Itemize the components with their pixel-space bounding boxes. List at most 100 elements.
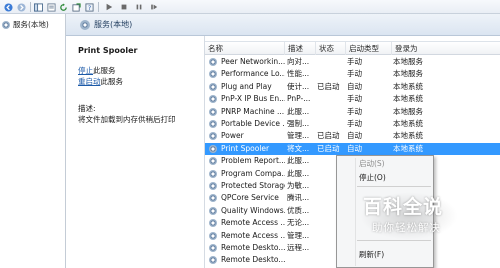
cell-startup-type: 手动 [347, 57, 362, 66]
pause-icon[interactable] [133, 2, 144, 12]
cell-description: 为敏... [287, 181, 310, 190]
cell-startup-type: 自动 [347, 131, 362, 141]
cell-startup-type: 自动 [347, 143, 362, 153]
stop-icon[interactable] [118, 2, 129, 12]
main-header: 服务(本地) [66, 14, 500, 36]
stop-service-link[interactable]: 停止 [78, 66, 93, 75]
watermark: 百科全说 助你轻松解决 [360, 192, 460, 248]
description-label: 描述: [78, 104, 96, 113]
tree-item-label: 服务(本地) [13, 20, 49, 29]
service-gear-icon [209, 132, 217, 141]
stop-suffix: 此服务 [93, 66, 116, 75]
context-menu-separator [357, 186, 431, 187]
table-row[interactable]: Power 管理... 已启动 自动 本地系统 [205, 130, 500, 142]
cell-name: Plug and Play [221, 81, 272, 91]
console-tree-icon[interactable] [33, 2, 44, 12]
watermark-sub-text: 助你轻松解决 [372, 222, 441, 234]
cell-name: QPCore Service [221, 193, 279, 203]
cell-description: 管理... [287, 230, 310, 240]
cell-startup-type: 手动 [347, 94, 362, 104]
stop-action-line: 停止此服务 [78, 65, 204, 76]
cell-name: Problem Report... [221, 156, 285, 166]
table-row[interactable]: Plug and Play 使计... 已启动 自动 本地系统 [205, 81, 500, 93]
cell-description: 无论... [287, 218, 310, 228]
column-header-logon-as[interactable]: 登录为 [392, 42, 500, 55]
cell-description: 远程... [287, 243, 310, 252]
cell-description: 使计... [287, 81, 310, 91]
cell-name: PnP-X IP Bus En... [221, 94, 285, 104]
cell-name: Remote Deskto... [221, 243, 285, 252]
help-icon[interactable]: ? [84, 2, 95, 12]
cell-logon-as: 本地服务 [393, 57, 423, 66]
service-gear-icon [209, 70, 217, 79]
table-row[interactable]: PNRP Machine ... 此服... 手动 本地服务 [205, 106, 500, 118]
service-gear-icon [209, 58, 217, 66]
cell-description: 此服... [287, 106, 310, 116]
cell-description: 向对... [287, 57, 310, 66]
service-gear-icon [209, 206, 217, 215]
table-row[interactable]: Portable Device ... 强制... 手动 本地系统 [205, 118, 500, 130]
column-header-name[interactable]: 名称 [205, 42, 285, 55]
service-gear-icon [209, 120, 217, 128]
toolbar-separator [98, 2, 99, 12]
table-row[interactable]: PnP-X IP Bus En... PnP-... 手动 本地系统 [205, 93, 500, 105]
column-header-description[interactable]: 描述 [285, 42, 316, 55]
service-gear-icon [209, 169, 217, 178]
restart-service-link[interactable]: 重启动 [78, 77, 101, 86]
service-gear-icon [209, 244, 217, 252]
service-gear-icon [209, 194, 217, 203]
cell-name: Performance Lo... [221, 69, 285, 79]
restart-icon[interactable] [148, 2, 159, 12]
properties-icon[interactable] [46, 2, 57, 12]
watermark-main-text: 百科全说 [363, 196, 444, 218]
export-icon[interactable] [71, 2, 82, 12]
table-row[interactable]: Peer Networkin... 向对... 手动 本地服务 [205, 56, 500, 68]
services-gear-icon [80, 19, 90, 30]
table-row[interactable]: Print Spooler 将文... 已启动 自动 本地系统 [205, 142, 500, 155]
cell-name: Program Compa... [221, 168, 285, 178]
toolbar-separator [30, 2, 31, 12]
context-menu-start[interactable]: 启动(S) [359, 158, 385, 169]
restart-action-line: 重启动此服务 [78, 76, 204, 87]
page-title: 服务(本地) [94, 20, 133, 29]
cell-description: 腾讯... [287, 193, 310, 203]
cell-status: 已启动 [317, 131, 340, 141]
services-gear-icon [2, 20, 10, 29]
refresh-icon[interactable] [58, 2, 69, 12]
svg-text:?: ? [88, 5, 91, 12]
cell-description: 优质... [287, 205, 310, 215]
console-tree: 服务(本地) [0, 14, 66, 268]
context-menu-refresh[interactable]: 刷新(F) [359, 249, 384, 260]
forward-icon[interactable] [16, 2, 27, 12]
cell-description: 强制... [287, 119, 310, 128]
table-row[interactable]: Performance Lo... 性能... 手动 本地服务 [205, 68, 500, 80]
service-gear-icon [209, 144, 217, 153]
cell-name: Remote Access ... [221, 218, 285, 228]
cell-description: 性能... [287, 69, 310, 79]
cell-startup-type: 自动 [347, 81, 362, 91]
cell-name: Protected Storage [221, 181, 285, 190]
cell-logon-as: 本地服务 [393, 106, 423, 116]
cell-description: 此服... [287, 168, 310, 178]
service-gear-icon [209, 256, 217, 265]
context-menu-stop[interactable]: 停止(O) [359, 172, 386, 183]
service-gear-icon [209, 231, 217, 240]
service-gear-icon [209, 157, 217, 166]
description-text: 将文件加载到内存供稍后打印 [78, 115, 176, 124]
service-gear-icon [209, 219, 217, 228]
tree-item-services-local[interactable]: 服务(本地) [2, 19, 49, 30]
service-name: Print Spooler [78, 46, 138, 55]
column-header-startup-type[interactable]: 启动类型 [346, 42, 392, 55]
context-menu-gutter [355, 158, 356, 266]
column-header-status[interactable]: 状态 [316, 42, 346, 55]
cell-startup-type: 手动 [347, 106, 362, 116]
cell-logon-as: 本地服务 [393, 69, 423, 79]
cell-name: Remote Deskto... [221, 255, 285, 265]
back-icon[interactable] [3, 2, 14, 12]
cell-startup-type: 手动 [347, 119, 362, 128]
service-gear-icon [209, 95, 217, 104]
play-icon[interactable] [103, 2, 114, 12]
cell-description: 管理... [287, 131, 310, 141]
service-gear-icon [209, 82, 217, 91]
cell-status: 已启动 [317, 143, 340, 153]
